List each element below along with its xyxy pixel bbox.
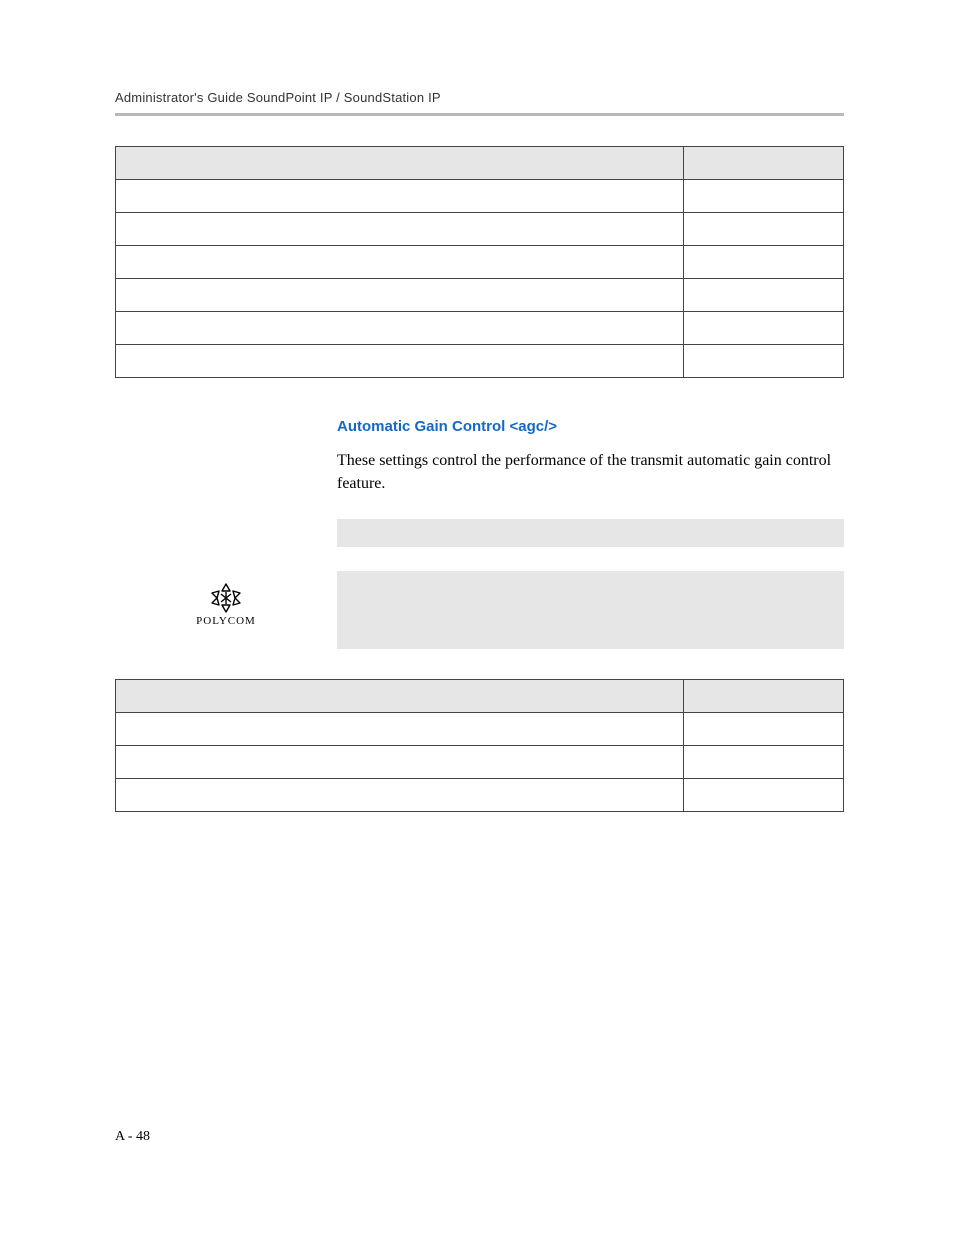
table-row (116, 779, 844, 812)
table-cell (683, 180, 843, 213)
table-row (116, 180, 844, 213)
table-cell (116, 746, 684, 779)
table-cell (116, 345, 684, 378)
table-cell (116, 180, 684, 213)
note-box (337, 571, 844, 649)
table-row (116, 680, 844, 713)
table-row (116, 312, 844, 345)
table-row (116, 246, 844, 279)
parameter-table-1 (115, 146, 844, 378)
table-header-cell (116, 147, 684, 180)
table-cell (116, 713, 684, 746)
table-row (116, 147, 844, 180)
page-number: A - 48 (115, 1129, 150, 1145)
table-cell (116, 279, 684, 312)
table-row (116, 345, 844, 378)
table-cell (683, 345, 843, 378)
table-row (116, 713, 844, 746)
table-cell (116, 246, 684, 279)
header-rule (115, 113, 844, 116)
table-row (116, 213, 844, 246)
table-cell (116, 312, 684, 345)
table-header-cell (683, 147, 843, 180)
table-cell (683, 213, 843, 246)
table-cell (683, 779, 843, 812)
table-cell (116, 213, 684, 246)
table-cell (683, 279, 843, 312)
table-row (116, 279, 844, 312)
parameter-table-2 (115, 679, 844, 812)
table-cell (116, 779, 684, 812)
table-cell (683, 312, 843, 345)
section-heading: Automatic Gain Control <agc/> (337, 418, 844, 435)
table-row (116, 746, 844, 779)
table-cell (683, 713, 843, 746)
table-header-cell (116, 680, 684, 713)
polycom-logo-icon (209, 583, 243, 613)
running-header: Administrator's Guide SoundPoint IP / So… (115, 90, 844, 105)
shaded-bar (337, 519, 844, 547)
table-cell (683, 246, 843, 279)
table-header-cell (683, 680, 843, 713)
section-paragraph: These settings control the performance o… (337, 449, 844, 495)
logo-caption: POLYCOM (196, 615, 256, 627)
table-cell (683, 746, 843, 779)
